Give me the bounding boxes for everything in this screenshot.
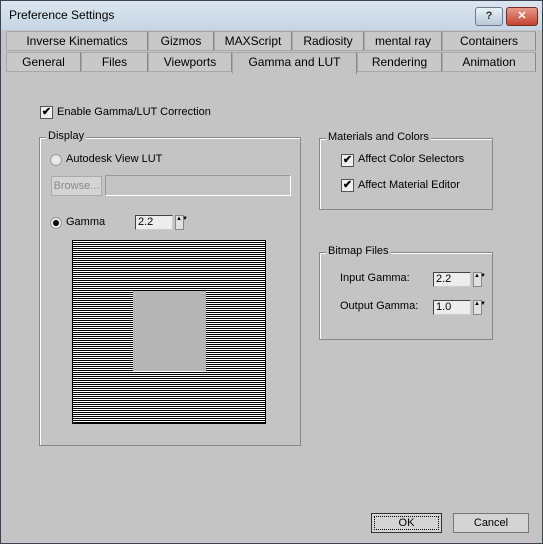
affect-material-editor-checkbox[interactable]: ✔	[341, 179, 354, 192]
tab-files[interactable]: Files	[81, 52, 148, 72]
bitmap-files-group: Bitmap Files	[319, 245, 493, 340]
close-button[interactable]: ✕	[506, 7, 538, 26]
title-bar: Preference Settings ? ✕	[1, 1, 542, 30]
spinner-arrows-icon[interactable]: ▲▼	[473, 300, 486, 315]
tab-gizmos[interactable]: Gizmos	[148, 31, 214, 51]
gamma-test-pattern	[72, 240, 266, 424]
affect-material-editor-label: Affect Material Editor	[358, 179, 460, 191]
enable-gamma-label: Enable Gamma/LUT Correction	[57, 106, 211, 118]
input-gamma-label: Input Gamma:	[340, 272, 410, 284]
tab-gamma-and-lut[interactable]: Gamma and LUT	[232, 52, 357, 74]
tab-general[interactable]: General	[6, 52, 81, 72]
output-gamma-spinner[interactable]: 1.0 ▲▼	[433, 300, 486, 315]
input-gamma-value[interactable]: 2.2	[433, 272, 471, 287]
help-icon: ?	[485, 10, 493, 22]
spinner-arrows-icon[interactable]: ▲▼	[473, 272, 486, 287]
materials-colors-group: Materials and Colors	[319, 131, 493, 210]
tab-row-1: Inverse Kinematics Gizmos MAXScript Radi…	[6, 31, 536, 51]
tab-animation[interactable]: Animation	[442, 52, 536, 72]
ok-button[interactable]: OK	[371, 513, 442, 533]
tab-mental-ray[interactable]: mental ray	[364, 31, 442, 51]
tab-viewports[interactable]: Viewports	[148, 52, 232, 72]
help-button[interactable]: ?	[475, 7, 503, 26]
input-gamma-spinner[interactable]: 2.2 ▲▼	[433, 272, 486, 287]
gamma-spinner[interactable]: 2.2 ▲▼	[135, 215, 188, 230]
close-icon: ✕	[517, 10, 527, 22]
tab-radiosity[interactable]: Radiosity	[292, 31, 364, 51]
tab-maxscript[interactable]: MAXScript	[214, 31, 292, 51]
autodesk-lut-radio[interactable]	[50, 154, 62, 166]
gamma-test-swatch	[133, 291, 206, 371]
tab-row-2: General Files Viewports Gamma and LUT Re…	[6, 52, 536, 74]
output-gamma-value[interactable]: 1.0	[433, 300, 471, 315]
tab-rendering[interactable]: Rendering	[357, 52, 442, 72]
cancel-button[interactable]: Cancel	[453, 513, 529, 533]
bitmap-files-label: Bitmap Files	[326, 245, 391, 257]
enable-gamma-checkbox[interactable]: ✔	[40, 106, 53, 119]
gamma-label: Gamma	[66, 216, 106, 228]
autodesk-lut-label: Autodesk View LUT	[66, 153, 163, 165]
affect-color-selectors-checkbox[interactable]: ✔	[341, 154, 354, 167]
lut-path-field[interactable]	[105, 175, 291, 196]
spinner-arrows-icon[interactable]: ▲▼	[175, 215, 188, 230]
tab-containers[interactable]: Containers	[442, 31, 536, 51]
window-title: Preference Settings	[9, 8, 115, 22]
display-group-label: Display	[46, 130, 87, 142]
gamma-value[interactable]: 2.2	[135, 215, 173, 230]
preference-settings-window: Preference Settings ? ✕ Inverse Kinemati…	[0, 0, 543, 544]
browse-button[interactable]: Browse...	[51, 176, 102, 196]
materials-colors-label: Materials and Colors	[326, 131, 431, 143]
gamma-radio[interactable]	[50, 217, 62, 229]
affect-color-selectors-label: Affect Color Selectors	[358, 153, 465, 165]
output-gamma-label: Output Gamma:	[340, 300, 419, 312]
tab-inverse-kinematics[interactable]: Inverse Kinematics	[6, 31, 148, 51]
